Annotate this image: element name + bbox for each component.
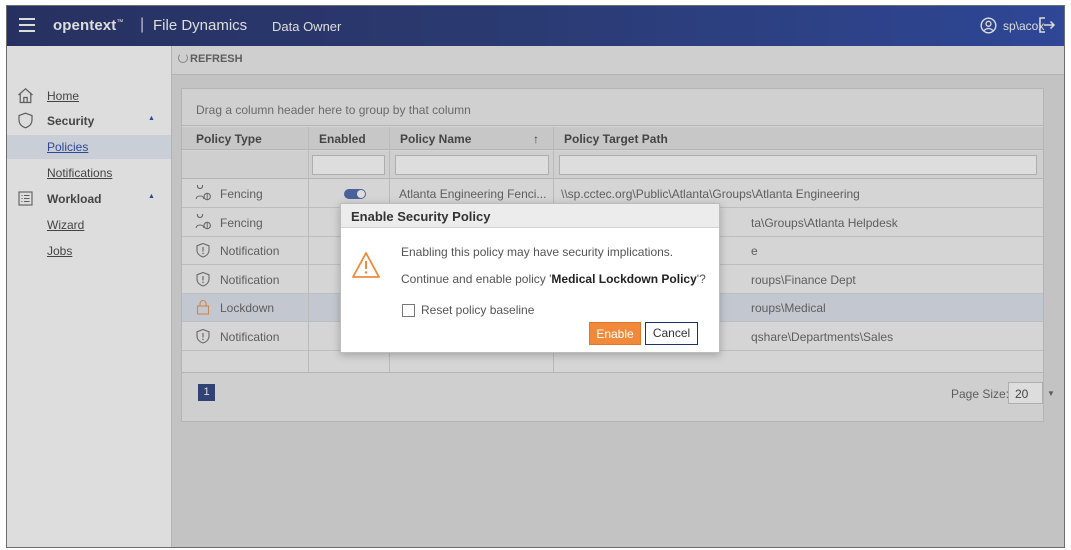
enable-policy-dialog: Enable Security Policy Enabling this pol… — [340, 203, 720, 353]
app-window: opentext™ | File Dynamics Data Owner sp\… — [6, 5, 1065, 548]
dialog-title: Enable Security Policy — [351, 209, 491, 224]
policy-name: Medical Lockdown Policy — [551, 272, 697, 286]
dialog-message: Enabling this policy may have security i… — [401, 245, 674, 259]
cancel-button[interactable]: Cancel — [645, 322, 698, 345]
reset-baseline-label[interactable]: Reset policy baseline — [421, 303, 534, 317]
dialog-title-bar: Enable Security Policy — [341, 204, 719, 228]
dialog-confirm-message: Continue and enable policy 'Medical Lock… — [401, 272, 706, 286]
warning-icon — [352, 252, 380, 278]
reset-baseline-checkbox[interactable] — [402, 304, 415, 317]
enable-button[interactable]: Enable — [589, 322, 641, 345]
